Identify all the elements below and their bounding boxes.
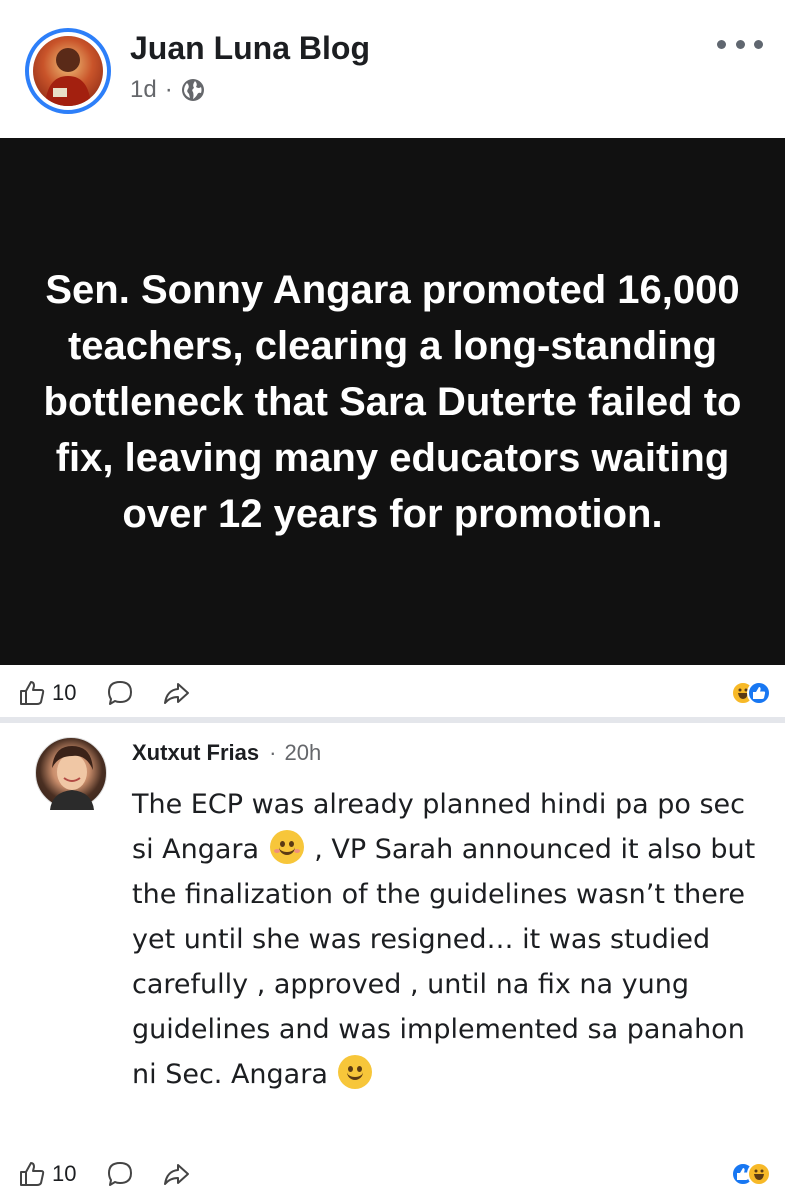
avatar-photo-icon (50, 746, 94, 810)
post-comment-button[interactable] (106, 679, 134, 707)
share-icon (164, 683, 189, 704)
post-like-count: 10 (52, 680, 77, 705)
thumbs-up-icon (20, 1162, 45, 1186)
avatar-photo-icon (45, 48, 91, 106)
post-author-name[interactable]: Juan Luna Blog (130, 30, 370, 67)
comment-header: Xutxut Frias · 20h (132, 740, 321, 766)
post-like-button[interactable]: 10 (18, 679, 76, 707)
post-action-bar: 10 (0, 667, 785, 719)
globe-icon (181, 79, 204, 101)
post-image[interactable]: Sen. Sonny Angara promoted 16,000 teache… (0, 138, 785, 665)
section-divider (0, 717, 785, 723)
comment-action-bar: 10 (0, 1148, 785, 1200)
thumbs-up-icon (20, 681, 45, 705)
comment-share-button[interactable] (162, 1160, 190, 1188)
comment-time[interactable]: 20h (284, 740, 321, 766)
comment-like-button[interactable]: 10 (18, 1160, 76, 1188)
relieved-face-emoji-icon (269, 830, 304, 864)
meta-separator: · (164, 76, 173, 103)
comment-text-part2: , VP Sarah announced it also but the fin… (132, 834, 756, 1090)
commenter-avatar[interactable] (35, 737, 107, 810)
post-header: Juan Luna Blog 1d · (0, 0, 785, 138)
comment-text: The ECP was already planned hindi pa po … (132, 782, 762, 1097)
comment-icon (108, 1162, 132, 1186)
post-meta: 1d · (130, 76, 205, 104)
share-icon (164, 1164, 189, 1185)
smiling-face-emoji-icon (338, 1055, 373, 1089)
page-avatar[interactable] (25, 28, 111, 114)
comment-time-separator: · (269, 740, 277, 765)
avatar-image (33, 36, 103, 106)
comment-icon (108, 681, 132, 705)
more-options-icon[interactable] (717, 32, 763, 56)
comment-like-count: 10 (52, 1161, 77, 1186)
post-time[interactable]: 1d (130, 76, 157, 104)
post-share-button[interactable] (162, 679, 190, 707)
like-reaction-icon (747, 681, 771, 705)
comment-reply-button[interactable] (106, 1160, 134, 1188)
post-reactions[interactable] (731, 681, 771, 705)
comment-author-name[interactable]: Xutxut Frias (132, 740, 259, 766)
comment-reactions[interactable] (731, 1162, 771, 1186)
haha-reaction-icon (747, 1162, 771, 1186)
post-image-text: Sen. Sonny Angara promoted 16,000 teache… (43, 267, 742, 536)
